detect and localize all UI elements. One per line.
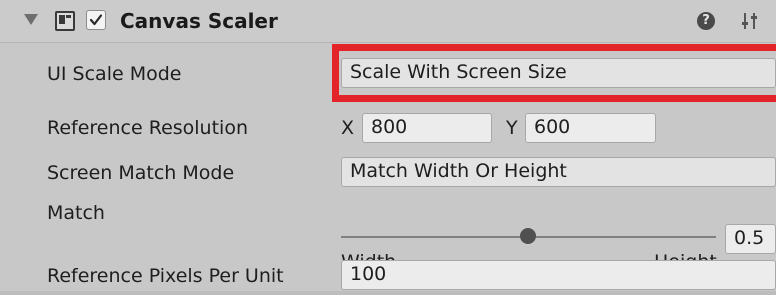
screen-match-mode-label: Screen Match Mode xyxy=(47,162,235,184)
match-value-field[interactable]: 0.5 xyxy=(725,224,776,254)
presets-icon[interactable] xyxy=(740,11,760,31)
component-enabled-checkbox[interactable] xyxy=(86,10,106,30)
triangle-down-icon[interactable] xyxy=(24,14,38,25)
reference-resolution-y-label[interactable]: Y xyxy=(506,117,518,139)
canvas-scaler-icon xyxy=(55,11,75,31)
reference-resolution-y-field[interactable]: 600 xyxy=(525,113,656,143)
match-slider-thumb[interactable] xyxy=(520,228,536,244)
reference-pixels-per-unit-label: Reference Pixels Per Unit xyxy=(47,265,284,287)
help-icon[interactable]: ? xyxy=(697,12,715,30)
panel-bottom-edge xyxy=(0,291,776,295)
screen-match-mode-dropdown[interactable]: Match Width Or Height xyxy=(341,157,776,187)
reference-pixels-per-unit-field[interactable]: 100 xyxy=(341,260,776,290)
match-label: Match xyxy=(47,202,105,224)
reference-resolution-x-label[interactable]: X xyxy=(341,117,354,139)
highlight-box xyxy=(332,44,776,102)
ui-scale-mode-label: UI Scale Mode xyxy=(47,63,182,85)
checkmark-icon xyxy=(89,14,103,26)
component-title: Canvas Scaler xyxy=(120,9,278,33)
component-header[interactable]: Canvas Scaler ? xyxy=(0,0,776,43)
reference-resolution-x-field[interactable]: 800 xyxy=(362,113,492,143)
reference-resolution-label: Reference Resolution xyxy=(47,117,248,139)
